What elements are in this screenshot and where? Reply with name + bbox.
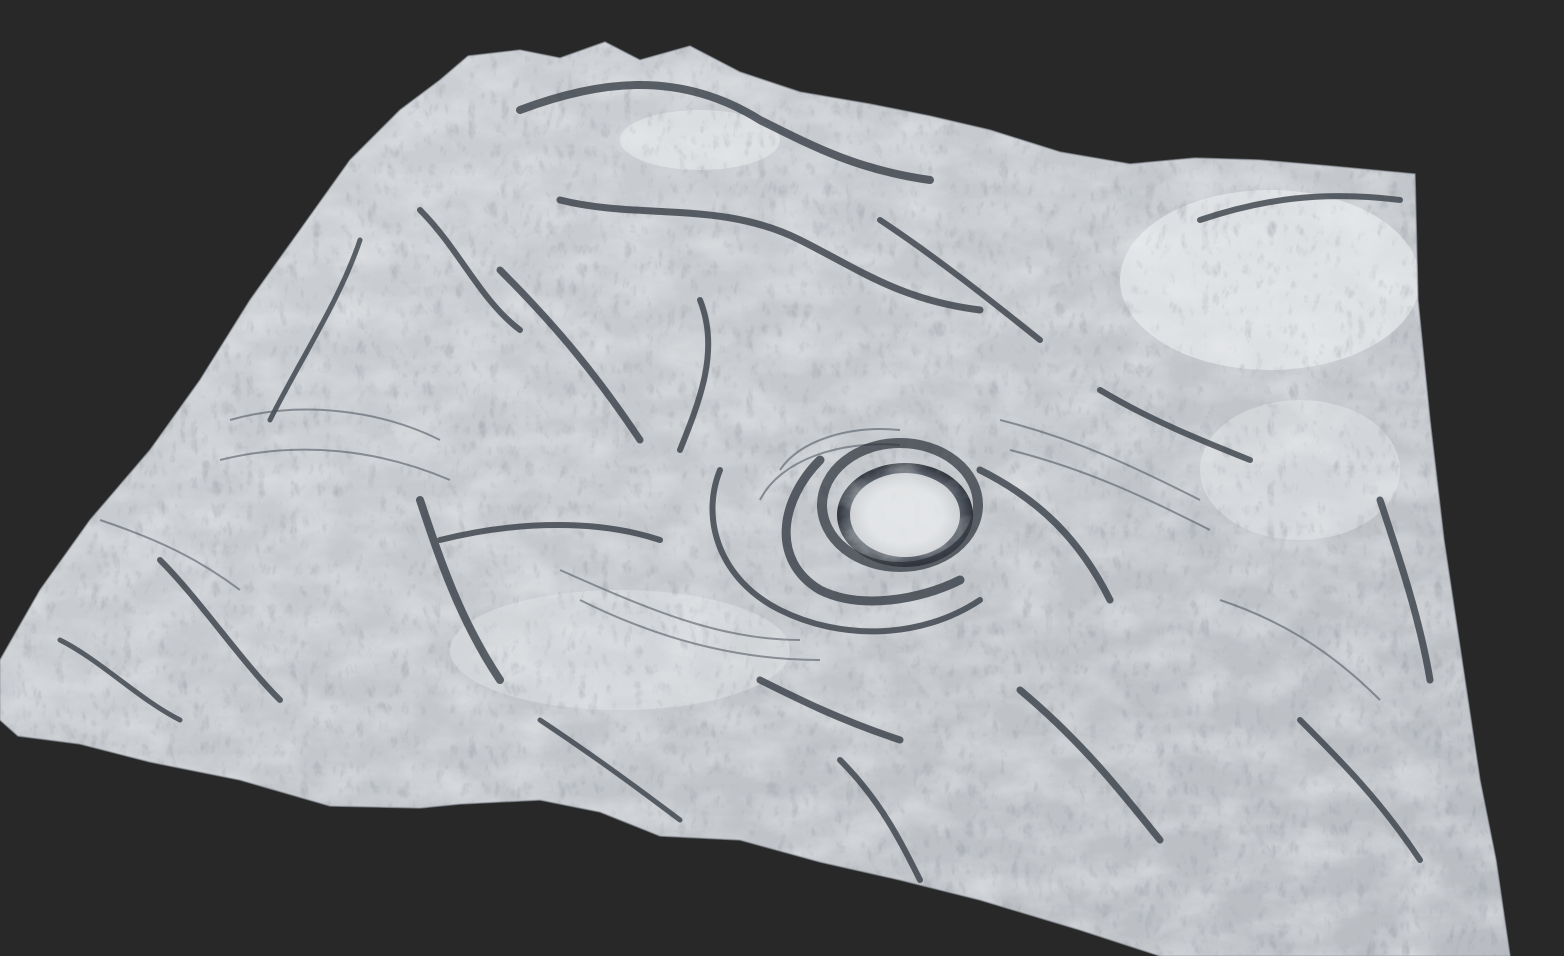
3d-viewport[interactable] — [0, 0, 1564, 956]
terrain-surface — [0, 42, 1510, 956]
terrain-render — [0, 41, 1511, 956]
